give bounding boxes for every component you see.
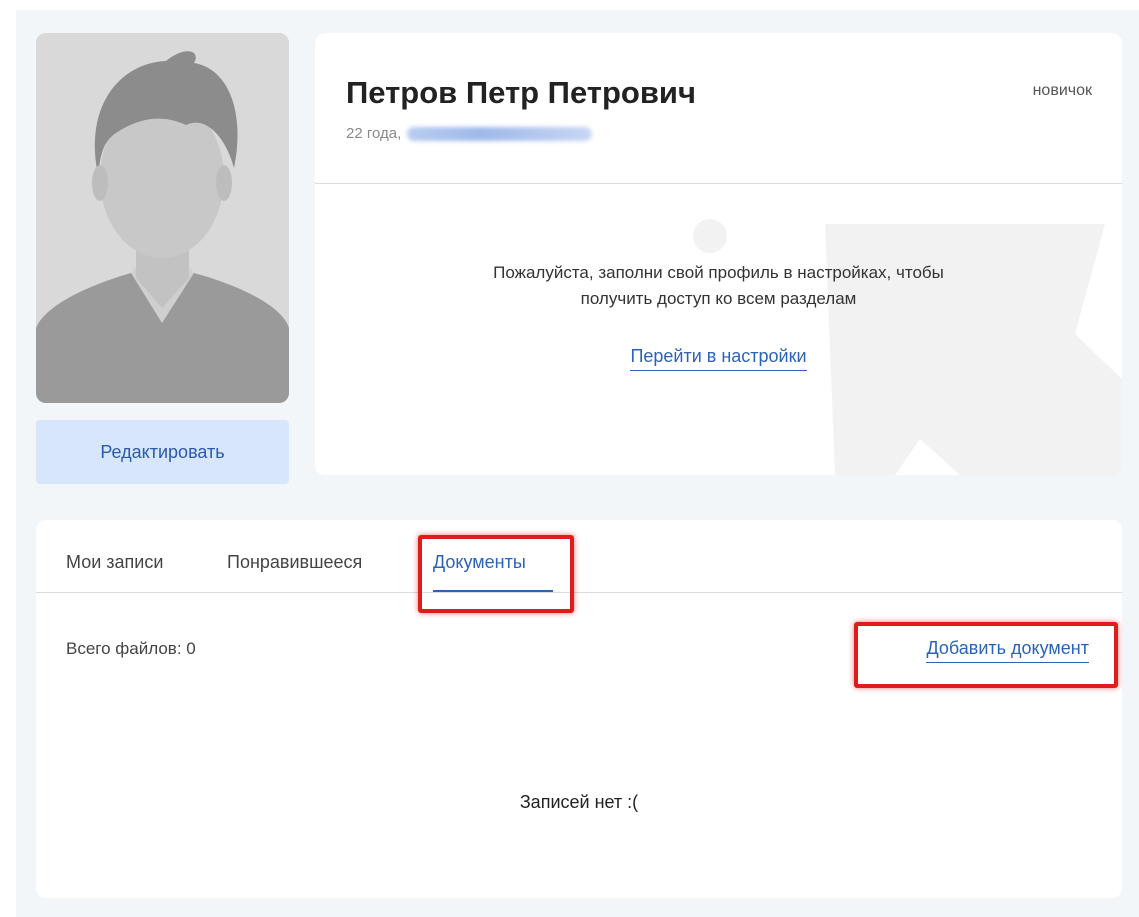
profile-meta: 22 года, <box>346 125 593 142</box>
profile-divider <box>315 183 1122 184</box>
tab-bar: Мои записи Понравившееся Документы <box>36 520 1122 593</box>
blurred-email <box>407 126 593 141</box>
profile-prompt: Пожалуйста, заполни свой профиль в настр… <box>315 260 1122 312</box>
prompt-line-1: Пожалуйста, заполни свой профиль в настр… <box>493 263 944 282</box>
profile-age: 22 года, <box>346 125 402 142</box>
tab-documents-highlight <box>418 535 574 613</box>
arrow-decoration-icon <box>693 219 1122 475</box>
avatar-placeholder-icon <box>36 33 289 403</box>
files-count: Всего файлов: 0 <box>66 639 196 658</box>
add-document-highlight <box>854 622 1118 688</box>
profile-card: Петров Петр Петрович 22 года, новичок По… <box>315 33 1122 475</box>
documents-card: Мои записи Понравившееся Документы Всего… <box>36 520 1122 898</box>
profile-name: Петров Петр Петрович <box>346 75 696 110</box>
go-to-settings-link[interactable]: Перейти в настройки <box>630 346 807 371</box>
settings-link-container: Перейти в настройки <box>605 346 832 371</box>
profile-level-badge: новичок <box>1032 82 1092 99</box>
edit-profile-button[interactable]: Редактировать <box>36 420 289 484</box>
avatar <box>36 33 289 403</box>
prompt-line-2: получить доступ ко всем разделам <box>580 289 857 308</box>
tab-liked[interactable]: Понравившееся <box>227 552 362 573</box>
tab-my-posts[interactable]: Мои записи <box>66 552 163 573</box>
empty-state-message: Записей нет :( <box>519 792 639 812</box>
